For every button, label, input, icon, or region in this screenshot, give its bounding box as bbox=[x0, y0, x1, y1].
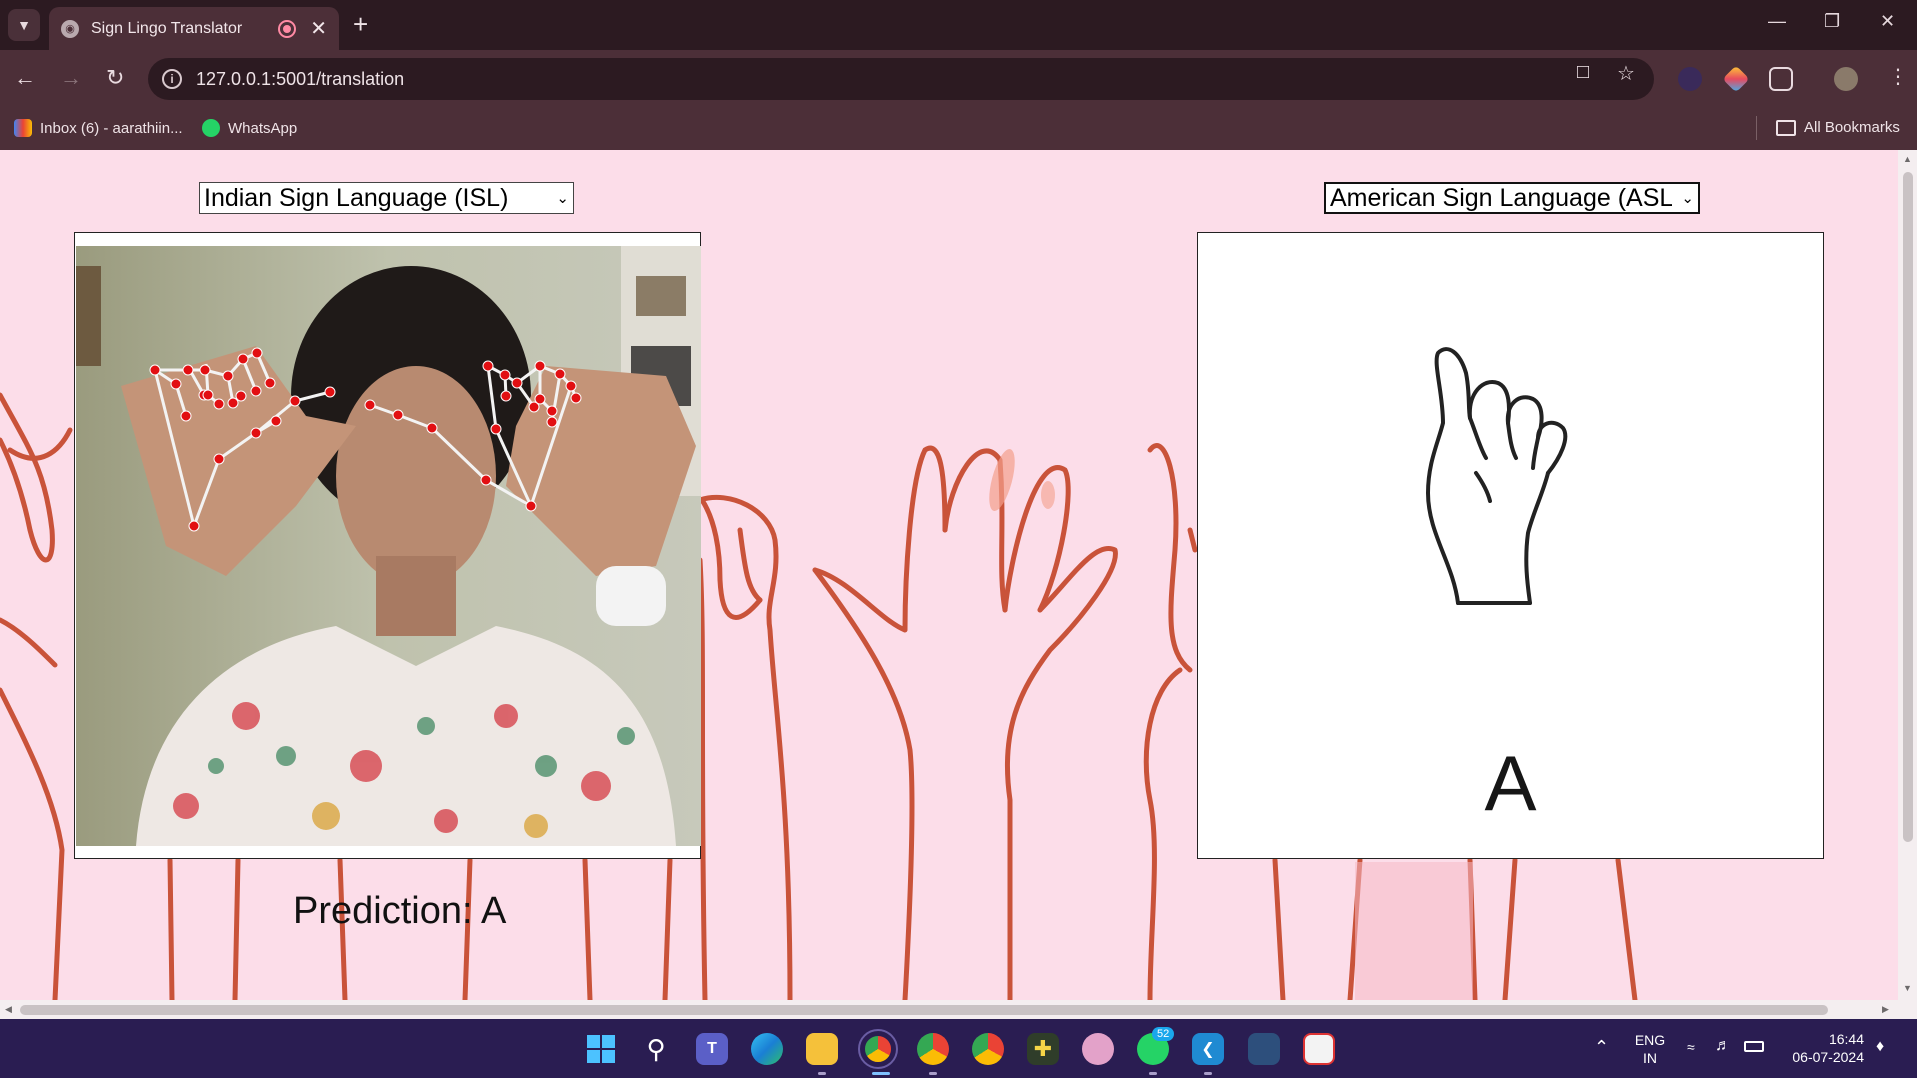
horizontal-scrollbar[interactable]: ◀ ▶ bbox=[0, 1000, 1898, 1019]
scroll-up-icon[interactable]: ▲ bbox=[1903, 154, 1912, 164]
minimize-button[interactable]: — bbox=[1768, 11, 1786, 32]
restore-button[interactable]: ❐ bbox=[1824, 11, 1840, 32]
chevron-down-icon: ▼ bbox=[17, 17, 31, 33]
edge-icon[interactable] bbox=[751, 1033, 783, 1065]
tab-search-button[interactable]: ▼ bbox=[8, 9, 40, 41]
file-explorer-icon[interactable] bbox=[806, 1033, 838, 1065]
lang-line2: IN bbox=[1643, 1050, 1657, 1066]
all-bookmarks-button[interactable]: All Bookmarks bbox=[1776, 119, 1900, 136]
bookmark-star-icon[interactable]: ☆ bbox=[1617, 61, 1635, 86]
horizontal-scroll-thumb[interactable] bbox=[20, 1005, 1828, 1015]
running-indicator bbox=[1149, 1072, 1157, 1075]
search-icon[interactable]: ⚲ bbox=[640, 1033, 672, 1065]
app-icon[interactable]: ✚ bbox=[1027, 1033, 1059, 1065]
volume-icon[interactable]: ♬ bbox=[1715, 1037, 1731, 1055]
address-bar[interactable]: i 127.0.0.1:5001/translation bbox=[148, 58, 1654, 100]
wifi-icon[interactable]: ≈ bbox=[1687, 1039, 1695, 1055]
source-language-value: Indian Sign Language (ISL) bbox=[204, 183, 509, 212]
divider bbox=[1756, 116, 1757, 140]
profile-avatar[interactable] bbox=[1834, 67, 1858, 91]
scroll-right-icon[interactable]: ▶ bbox=[1882, 1004, 1889, 1015]
extension-icon-1[interactable] bbox=[1678, 67, 1702, 91]
chrome-profile-icon-2[interactable] bbox=[972, 1033, 1004, 1065]
target-language-select[interactable]: American Sign Language (ASL) ⌄ bbox=[1324, 182, 1700, 214]
gmail-icon bbox=[14, 119, 32, 137]
webcam-video-feed bbox=[76, 246, 701, 846]
page-viewport: Indian Sign Language (ISL) ⌄ American Si… bbox=[0, 150, 1917, 1019]
show-hidden-icons[interactable]: ⌃ bbox=[1594, 1037, 1609, 1058]
bookmark-whatsapp[interactable]: WhatsApp bbox=[202, 119, 297, 137]
running-indicator bbox=[1204, 1072, 1212, 1075]
battery-icon[interactable] bbox=[1744, 1041, 1764, 1052]
clock-date: 06-07-2024 bbox=[1792, 1049, 1864, 1065]
clock-time: 16:44 bbox=[1828, 1031, 1864, 1047]
forward-button[interactable]: → bbox=[60, 66, 82, 90]
chevron-down-icon: ⌄ bbox=[556, 190, 569, 207]
asl-output-letter: A bbox=[1484, 739, 1537, 827]
close-tab-icon[interactable]: ✕ bbox=[310, 16, 327, 41]
recording-icon bbox=[278, 19, 297, 38]
running-indicator bbox=[818, 1072, 826, 1075]
scroll-down-icon[interactable]: ▼ bbox=[1903, 983, 1912, 993]
clock[interactable]: 16:44 06-07-2024 bbox=[1784, 1030, 1864, 1066]
browser-toolbar: ← → ↻ i 127.0.0.1:5001/translation □ ☆ bbox=[0, 50, 1917, 108]
menu-kebab-icon[interactable]: ⋮ bbox=[1888, 64, 1908, 89]
folder-icon bbox=[1776, 119, 1796, 136]
windows-taskbar: ⚲ T ✚ 52 ❮ ⌃ ENG IN ≈ ♬ 16:44 06-07-2024… bbox=[0, 1019, 1917, 1078]
prediction-text: Prediction: A bbox=[293, 890, 507, 932]
bookmark-label: WhatsApp bbox=[228, 119, 298, 137]
whatsapp-icon bbox=[202, 119, 220, 137]
url-text: 127.0.0.1:5001/translation bbox=[196, 68, 405, 89]
chevron-down-icon: ⌄ bbox=[1681, 190, 1694, 207]
camera-in-use-icon[interactable]: □ bbox=[1577, 61, 1589, 84]
new-tab-button[interactable]: + bbox=[353, 11, 368, 37]
scroll-left-icon[interactable]: ◀ bbox=[5, 1004, 12, 1015]
notification-badge: 52 bbox=[1152, 1027, 1175, 1041]
all-bookmarks-label: All Bookmarks bbox=[1804, 119, 1900, 136]
globe-icon: ◉ bbox=[61, 19, 79, 38]
tab-strip: ▼ ◉ Sign Lingo Translator ✕ + — ❐ ✕ bbox=[0, 0, 1917, 50]
bookmarks-bar: Inbox (6) - aarathiin... WhatsApp All Bo… bbox=[0, 108, 1917, 150]
running-indicator bbox=[929, 1072, 937, 1075]
back-button[interactable]: ← bbox=[14, 66, 36, 90]
chrome-profile-icon[interactable] bbox=[917, 1033, 949, 1065]
extensions-puzzle-icon[interactable] bbox=[1769, 67, 1793, 91]
vertical-scroll-thumb[interactable] bbox=[1903, 172, 1913, 842]
bookmark-gmail[interactable]: Inbox (6) - aarathiin... bbox=[14, 119, 183, 137]
start-menu-icon[interactable] bbox=[585, 1033, 617, 1065]
site-info-icon[interactable]: i bbox=[162, 69, 182, 89]
target-language-value: American Sign Language (ASL) bbox=[1330, 183, 1672, 212]
lang-line1: ENG bbox=[1634, 1032, 1666, 1048]
close-window-button[interactable]: ✕ bbox=[1880, 11, 1895, 32]
paint-icon[interactable] bbox=[1082, 1033, 1114, 1065]
webcam-frame bbox=[74, 232, 701, 859]
chrome-icon[interactable] bbox=[858, 1029, 898, 1069]
asl-output-frame: A bbox=[1197, 232, 1824, 859]
snipping-tool-icon[interactable] bbox=[1303, 1033, 1335, 1065]
source-language-select[interactable]: Indian Sign Language (ISL) ⌄ bbox=[199, 182, 574, 214]
tab-title: Sign Lingo Translator bbox=[91, 19, 243, 37]
active-indicator bbox=[872, 1072, 890, 1075]
vertical-scrollbar[interactable]: ▲ ▼ bbox=[1898, 150, 1917, 1019]
bookmark-label: Inbox (6) - aarathiin... bbox=[40, 119, 183, 137]
webcam-image bbox=[76, 246, 701, 846]
language-indicator[interactable]: ENG IN bbox=[1630, 1031, 1670, 1067]
teams-icon[interactable]: T bbox=[696, 1033, 728, 1065]
reload-button[interactable]: ↻ bbox=[106, 66, 124, 90]
vscode-icon[interactable]: ❮ bbox=[1192, 1033, 1224, 1065]
app-icon-2[interactable] bbox=[1248, 1033, 1280, 1065]
tab-active[interactable]: ◉ Sign Lingo Translator ✕ bbox=[49, 7, 339, 50]
notification-bell-icon[interactable]: ♦ bbox=[1876, 1038, 1884, 1056]
